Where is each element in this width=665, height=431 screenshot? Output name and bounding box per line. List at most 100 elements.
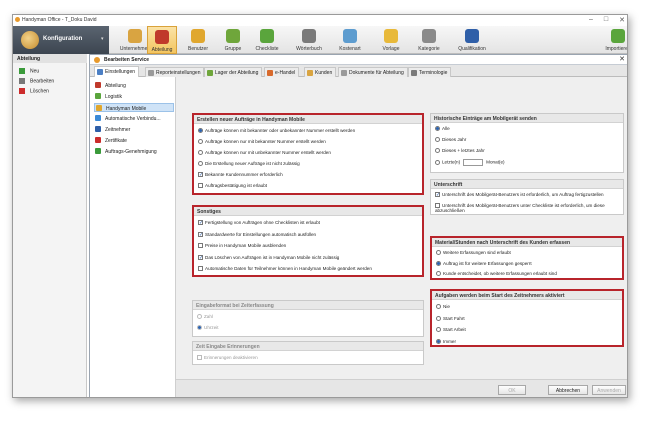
radio-button[interactable] bbox=[197, 325, 202, 331]
checkbox-option[interactable]: Standardwerte für Einstellungen automati… bbox=[198, 232, 316, 237]
radio-option[interactable]: Alle bbox=[435, 126, 450, 132]
radio-button[interactable] bbox=[435, 126, 440, 132]
radio-option[interactable]: Aufträge können mit bekannter oder unbek… bbox=[198, 128, 355, 134]
maximize-button[interactable]: □ bbox=[604, 16, 608, 24]
checkbox[interactable] bbox=[198, 183, 203, 189]
cost-type-icon bbox=[343, 29, 357, 43]
option-label: Standardwerte für Einstellungen automati… bbox=[205, 231, 317, 237]
sidebar-item-delete[interactable]: Löschen bbox=[19, 88, 49, 94]
radio-option[interactable]: Dieses + letztes Jahr bbox=[435, 148, 485, 154]
radio-option[interactable]: Weitere Erfassungen sind erlaubt bbox=[436, 250, 511, 256]
tab-label: Lager der Abteilung bbox=[215, 70, 259, 76]
close-window-button[interactable]: ✕ bbox=[619, 16, 625, 24]
radio-button[interactable] bbox=[197, 314, 202, 320]
ribbon-button-import[interactable]: Importieren bbox=[601, 26, 627, 54]
apply-button[interactable]: Anwenden bbox=[592, 385, 626, 395]
radio-button[interactable] bbox=[435, 137, 440, 143]
radio-option[interactable]: Nie bbox=[436, 304, 450, 310]
radio-button[interactable] bbox=[198, 161, 203, 167]
radio-option[interactable]: Auftrag ist für weitere Erfassungen gesp… bbox=[436, 261, 532, 266]
ribbon-button-department[interactable]: Abteilung bbox=[147, 26, 177, 54]
nav-item-3[interactable]: Automatische Verbindu... bbox=[94, 114, 174, 123]
checkbox[interactable] bbox=[198, 231, 203, 237]
checkbox-option[interactable]: Bekannte Kundennummer erforderlich bbox=[198, 172, 283, 178]
ribbon-button-checklist[interactable]: Checkliste bbox=[250, 26, 284, 54]
tab-1[interactable]: Reporteinstellungen bbox=[145, 67, 205, 77]
radio-button[interactable] bbox=[198, 139, 203, 145]
radio-option[interactable]: Aufträge können nur mit bekannter Nummer… bbox=[198, 139, 326, 145]
radio-option[interactable]: Start Arbeit bbox=[436, 327, 466, 333]
checkbox[interactable] bbox=[198, 172, 203, 178]
radio-button[interactable] bbox=[435, 148, 440, 154]
checkbox[interactable] bbox=[198, 254, 203, 260]
dialog-close-button[interactable]: ✕ bbox=[619, 55, 625, 63]
radio-option[interactable]: Letzte(n) Monat(e) bbox=[435, 159, 505, 166]
radio-button[interactable] bbox=[435, 160, 440, 165]
checkbox-option[interactable]: Preise in Handyman Mobile ausblenden bbox=[198, 243, 286, 249]
radio-button[interactable] bbox=[436, 250, 441, 256]
checkbox[interactable] bbox=[197, 355, 202, 361]
checkbox-option[interactable]: Unterschrift des Mobilgerät-Benutzers un… bbox=[435, 203, 619, 213]
option-label: Fertigstellung von Aufträgen ohne Checkl… bbox=[205, 220, 320, 225]
ribbon-button-template[interactable]: Vorlage bbox=[373, 26, 409, 54]
radio-option[interactable]: Dieses Jahr bbox=[435, 137, 466, 143]
radio-option[interactable]: Die Erstellung neuer Aufträge ist nicht … bbox=[198, 161, 300, 167]
radio-button[interactable] bbox=[436, 260, 441, 266]
option-label: Aufträge können nur mit unbekannter Numm… bbox=[205, 150, 331, 155]
checkbox-option[interactable]: Erinnerungen deaktivieren bbox=[197, 355, 258, 361]
ribbon-button-dictionary[interactable]: Wörterbuch bbox=[290, 26, 328, 54]
radio-button[interactable] bbox=[436, 271, 441, 277]
ok-button[interactable]: OK bbox=[498, 385, 526, 395]
edit-icon bbox=[19, 78, 25, 84]
ribbon-button-qualification[interactable]: Qualifikation bbox=[450, 26, 494, 54]
checkbox[interactable] bbox=[198, 243, 203, 249]
radio-button[interactable] bbox=[436, 327, 441, 333]
tab-5[interactable]: Dokumente für Abteilung bbox=[338, 67, 408, 77]
cancel-button[interactable]: Abbrechen bbox=[548, 385, 588, 395]
months-input[interactable] bbox=[463, 159, 484, 166]
checkbox[interactable] bbox=[198, 220, 203, 226]
nav-item-6[interactable]: Auftrags-Genehmigung bbox=[94, 147, 174, 156]
checkbox-option[interactable]: Automatische Daten für Teilnehmer können… bbox=[198, 266, 372, 272]
group-unterschrift: Unterschrift Unterschrift des Mobilgerät… bbox=[430, 179, 624, 215]
checkbox[interactable] bbox=[198, 266, 203, 272]
ribbon-button-label: Wörterbuch bbox=[296, 46, 322, 52]
nav-item-1[interactable]: Logistik bbox=[94, 92, 174, 101]
tab-6[interactable]: Terminologie bbox=[408, 67, 452, 77]
nav-item-2[interactable]: Handyman Mobile bbox=[94, 103, 174, 112]
tab-0[interactable]: Einstellungen bbox=[94, 66, 140, 77]
group-aufgaben: Aufgaben werden beim Start des Zeitnehme… bbox=[430, 289, 624, 347]
ribbon-button-user[interactable]: Benutzer bbox=[179, 26, 217, 54]
nav-item-4[interactable]: Zeitnehmer bbox=[94, 125, 174, 134]
tab-2[interactable]: Lager der Abteilung bbox=[204, 67, 263, 77]
minimize-button[interactable]: – bbox=[589, 16, 593, 24]
checkbox-option[interactable]: Fertigstellung von Aufträgen ohne Checkl… bbox=[198, 220, 320, 226]
sidebar-item-edit[interactable]: Bearbeiten bbox=[19, 78, 54, 84]
nav-item-0[interactable]: Abteilung bbox=[94, 81, 174, 90]
tab-4[interactable]: Kunden bbox=[304, 67, 337, 77]
nav-item-5[interactable]: Zertifikate bbox=[94, 136, 174, 145]
nav-item-label: Automatische Verbindu... bbox=[105, 116, 161, 122]
checkbox-option[interactable]: Auftragsbestätigung ist erlaubt bbox=[198, 183, 267, 189]
checkbox-option[interactable]: Unterschrift des Mobilgerät-Benutzers is… bbox=[435, 192, 619, 198]
radio-option[interactable]: Uhrzeit bbox=[197, 325, 219, 331]
radio-option[interactable]: Start Fahrt bbox=[436, 316, 465, 321]
konfiguration-menu[interactable]: Konfiguration ▾ bbox=[13, 26, 109, 54]
ribbon-button-category[interactable]: Kategorie bbox=[410, 26, 448, 54]
checkbox[interactable] bbox=[435, 192, 440, 198]
radio-option[interactable]: Kunde entscheidet, ob weitere Erfassunge… bbox=[436, 271, 557, 277]
radio-option[interactable]: Zahl bbox=[197, 314, 213, 320]
radio-option[interactable]: Aufträge können nur mit unbekannter Numm… bbox=[198, 150, 331, 156]
sidebar-item-plus[interactable]: Neu bbox=[19, 68, 39, 74]
ribbon-button-group[interactable]: Gruppe bbox=[218, 26, 248, 54]
radio-button[interactable] bbox=[198, 128, 203, 134]
tab-3[interactable]: e-Handel bbox=[264, 67, 300, 77]
radio-button[interactable] bbox=[198, 150, 203, 156]
radio-option[interactable]: Immer bbox=[436, 339, 456, 344]
checkbox-option[interactable]: Das Löschen von Aufträgen ist in Handyma… bbox=[198, 255, 339, 260]
radio-button[interactable] bbox=[436, 315, 441, 321]
radio-button[interactable] bbox=[436, 338, 441, 344]
ribbon-button-cost-type[interactable]: Kostenart bbox=[331, 26, 369, 54]
nav-item-label: Auftrags-Genehmigung bbox=[105, 149, 157, 155]
radio-button[interactable] bbox=[436, 304, 441, 310]
